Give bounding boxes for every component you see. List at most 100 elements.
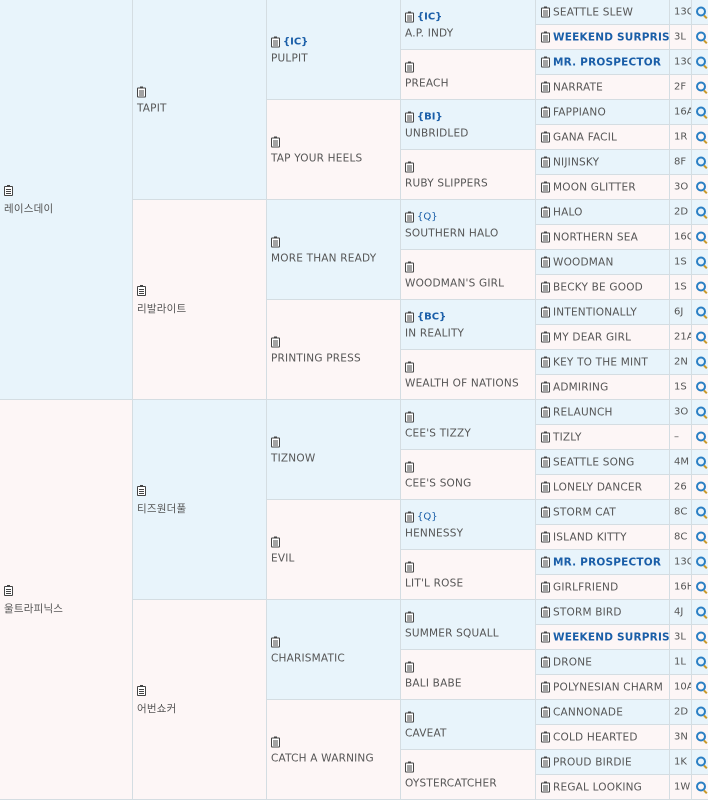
horse-name[interactable]: BALI BABE [405, 677, 535, 689]
horse-name[interactable]: STORM BIRD [553, 607, 622, 619]
horse-name[interactable]: MR. PROSPECTOR [553, 557, 661, 569]
memo-icon[interactable] [541, 331, 550, 343]
gen5-horse-cell[interactable]: INTENTIONALLY [536, 300, 670, 325]
search-icon[interactable] [696, 731, 707, 743]
horse-name[interactable]: PREACH [405, 77, 535, 89]
memo-icon[interactable] [541, 356, 550, 368]
horse-name[interactable]: NARRATE [553, 82, 603, 94]
horse-name[interactable]: BECKY BE GOOD [553, 282, 643, 294]
gen3-horse-cell[interactable]: CATCH A WARNING [267, 700, 401, 800]
search-icon[interactable] [696, 356, 707, 368]
search-icon[interactable] [696, 506, 707, 518]
gen5-horse-cell[interactable]: POLYNESIAN CHARM [536, 675, 670, 700]
search-icon[interactable] [696, 406, 707, 418]
horse-name[interactable]: COLD HEARTED [553, 732, 638, 744]
memo-icon[interactable] [4, 584, 13, 596]
memo-icon[interactable] [541, 681, 550, 693]
gen5-horse-cell[interactable]: ISLAND KITTY [536, 525, 670, 550]
memo-icon[interactable] [541, 631, 550, 643]
search-icon[interactable] [696, 31, 707, 43]
gen5-horse-cell[interactable]: WEEKEND SURPRISE [536, 625, 670, 650]
memo-icon[interactable] [405, 11, 414, 22]
search-icon[interactable] [696, 131, 707, 143]
search-icon[interactable] [696, 256, 707, 268]
gen5-horse-cell[interactable]: REGAL LOOKING [536, 775, 670, 800]
gen5-horse-cell[interactable]: MR. PROSPECTOR [536, 550, 670, 575]
horse-name[interactable]: CEE'S SONG [405, 477, 535, 489]
search-icon[interactable] [696, 206, 707, 218]
memo-icon[interactable] [271, 136, 280, 147]
gen4-horse-cell[interactable]: {Q} HENNESSY [401, 500, 536, 550]
gen5-horse-cell[interactable]: SEATTLE SLEW [536, 0, 670, 25]
horse-name[interactable]: OYSTERCATCHER [405, 777, 535, 789]
gen5-horse-cell[interactable]: STORM BIRD [536, 600, 670, 625]
horse-name[interactable]: MR. PROSPECTOR [553, 57, 661, 69]
gen2-horse-cell[interactable]: TAPIT [133, 0, 267, 200]
gen1-horse-cell[interactable]: 울트라피닉스 [0, 400, 133, 800]
search-icon[interactable] [696, 531, 707, 543]
memo-icon[interactable] [405, 61, 414, 72]
horse-name[interactable]: GIRLFRIEND [553, 582, 618, 594]
memo-icon[interactable] [541, 581, 550, 593]
memo-icon[interactable] [405, 361, 414, 372]
memo-icon[interactable] [137, 684, 146, 696]
horse-name[interactable]: MORE THAN READY [271, 252, 400, 264]
search-icon[interactable] [696, 381, 707, 393]
gen4-horse-cell[interactable]: {BC} IN REALITY [401, 300, 536, 350]
gen5-horse-cell[interactable]: COLD HEARTED [536, 725, 670, 750]
memo-icon[interactable] [405, 211, 414, 222]
horse-name[interactable]: POLYNESIAN CHARM [553, 682, 663, 694]
gen3-horse-cell[interactable]: {IC} PULPIT [267, 0, 401, 100]
horse-name[interactable]: LONELY DANCER [553, 482, 642, 494]
gen5-horse-cell[interactable]: BECKY BE GOOD [536, 275, 670, 300]
horse-name[interactable]: 레이스데이 [4, 201, 132, 216]
horse-name[interactable]: LIT'L ROSE [405, 577, 535, 589]
memo-icon[interactable] [405, 611, 414, 622]
search-icon[interactable] [696, 756, 707, 768]
horse-name[interactable]: 티즈원더풀 [137, 501, 266, 516]
memo-icon[interactable] [541, 31, 550, 43]
search-icon[interactable] [696, 581, 707, 593]
memo-icon[interactable] [4, 184, 13, 196]
search-icon[interactable] [696, 231, 707, 243]
horse-name[interactable]: 어번쇼커 [137, 701, 266, 716]
horse-name[interactable]: INTENTIONALLY [553, 307, 637, 319]
memo-icon[interactable] [271, 236, 280, 247]
gen2-horse-cell[interactable]: 리발라이트 [133, 200, 267, 400]
gen2-horse-cell[interactable]: 티즈원더풀 [133, 400, 267, 600]
memo-icon[interactable] [405, 111, 414, 122]
horse-name[interactable]: SUMMER SQUALL [405, 627, 535, 639]
gen5-horse-cell[interactable]: NORTHERN SEA [536, 225, 670, 250]
horse-name[interactable]: WOODMAN'S GIRL [405, 277, 535, 289]
horse-name[interactable]: PRINTING PRESS [271, 352, 400, 364]
memo-icon[interactable] [541, 256, 550, 268]
horse-name[interactable]: CATCH A WARNING [271, 752, 400, 764]
horse-name[interactable]: MY DEAR GIRL [553, 332, 631, 344]
memo-icon[interactable] [271, 736, 280, 747]
horse-name[interactable]: CHARISMATIC [271, 652, 400, 664]
gen5-horse-cell[interactable]: TIZLY [536, 425, 670, 450]
memo-icon[interactable] [541, 406, 550, 418]
horse-name[interactable]: NIJINSKY [553, 157, 599, 169]
memo-icon[interactable] [541, 206, 550, 218]
search-icon[interactable] [696, 656, 707, 668]
horse-name[interactable]: CEE'S TIZZY [405, 427, 535, 439]
gen4-horse-cell[interactable]: CEE'S SONG [401, 450, 536, 500]
gen5-horse-cell[interactable]: STORM CAT [536, 500, 670, 525]
gen3-horse-cell[interactable]: EVIL [267, 500, 401, 600]
gen5-horse-cell[interactable]: NARRATE [536, 75, 670, 100]
gen5-horse-cell[interactable]: MR. PROSPECTOR [536, 50, 670, 75]
search-icon[interactable] [696, 281, 707, 293]
search-icon[interactable] [696, 681, 707, 693]
memo-icon[interactable] [541, 306, 550, 318]
gen5-horse-cell[interactable]: MOON GLITTER [536, 175, 670, 200]
gen5-horse-cell[interactable]: MY DEAR GIRL [536, 325, 670, 350]
horse-name[interactable]: MOON GLITTER [553, 182, 636, 194]
horse-name[interactable]: SOUTHERN HALO [405, 227, 535, 239]
horse-name[interactable]: 울트라피닉스 [4, 601, 132, 616]
gen5-horse-cell[interactable]: DRONE [536, 650, 670, 675]
memo-icon[interactable] [541, 756, 550, 768]
horse-name[interactable]: ISLAND KITTY [553, 532, 627, 544]
horse-name[interactable]: EVIL [271, 552, 400, 564]
memo-icon[interactable] [541, 81, 550, 93]
